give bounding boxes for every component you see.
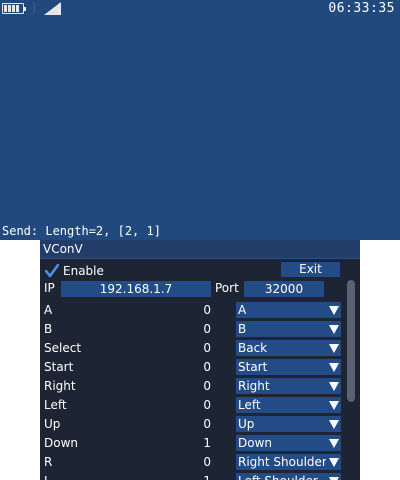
target-select[interactable]: Left (236, 397, 326, 413)
dropdown-arrow-icon[interactable] (326, 321, 341, 337)
button-state: 1 (203, 436, 211, 450)
mapping-row: Right 0 Right (40, 377, 360, 396)
dropdown-arrow-icon[interactable] (326, 359, 341, 375)
button-state: 0 (203, 360, 211, 374)
dropdown-arrow-icon[interactable] (326, 302, 341, 318)
button-name: Left (44, 398, 67, 412)
enable-checkbox[interactable] (45, 264, 59, 278)
button-name: L (44, 473, 51, 480)
button-state: 0 (203, 417, 211, 431)
port-field[interactable]: 32000 (244, 281, 324, 297)
target-select[interactable]: Up (236, 416, 326, 432)
button-state: 0 (203, 398, 211, 412)
window-body: Enable Exit IP 192.168.1.7 Port 32000 A 0… (40, 259, 360, 480)
mapping-row: Up 0 Up (40, 415, 360, 434)
target-select[interactable]: A (236, 302, 326, 318)
dropdown-arrow-icon[interactable] (326, 473, 341, 480)
button-name: Select (44, 341, 82, 355)
dropdown-arrow-icon[interactable] (326, 340, 341, 356)
exit-button[interactable]: Exit (281, 262, 340, 277)
button-name: Up (44, 417, 61, 431)
mapping-row: Start 0 Start (40, 358, 360, 377)
mapping-row: L 1 Left Shoulder (40, 472, 360, 480)
mapping-row: A 0 A (40, 301, 360, 320)
mapping-row: Select 0 Back (40, 339, 360, 358)
dropdown-arrow-icon[interactable] (326, 435, 341, 451)
dropdown-arrow-icon[interactable] (326, 416, 341, 432)
button-state: 0 (203, 379, 211, 393)
port-label: Port (215, 281, 239, 295)
mapping-row: B 0 B (40, 320, 360, 339)
window-title: VConV (40, 240, 360, 259)
bluetooth-icon: ᛒ (31, 1, 39, 15)
top-screen: ᛒ 06:33:35 Send: Length=2, [2, 1] (0, 0, 400, 240)
dropdown-arrow-icon[interactable] (326, 378, 341, 394)
target-select[interactable]: Down (236, 435, 326, 451)
enable-label: Enable (63, 264, 104, 278)
button-state: 0 (203, 303, 211, 317)
target-select[interactable]: B (236, 321, 326, 337)
button-name: A (44, 303, 53, 317)
dropdown-arrow-icon[interactable] (326, 397, 341, 413)
send-log: Send: Length=2, [2, 1] (2, 224, 161, 238)
button-name: B (44, 322, 53, 336)
mapping-row: R 0 Right Shoulder (40, 453, 360, 472)
clock: 06:33:35 (328, 1, 395, 16)
button-name: Right (44, 379, 76, 393)
ip-field[interactable]: 192.168.1.7 (61, 281, 211, 297)
button-name: Down (44, 436, 79, 450)
target-select[interactable]: Right (236, 378, 326, 394)
scrollbar-thumb[interactable] (347, 280, 355, 402)
button-name: R (44, 455, 53, 469)
target-select[interactable]: Back (236, 340, 326, 356)
dropdown-arrow-icon[interactable] (326, 454, 341, 470)
target-select[interactable]: Right Shoulder (236, 454, 326, 470)
battery-icon (2, 3, 26, 14)
target-select[interactable]: Start (236, 359, 326, 375)
target-select[interactable]: Left Shoulder (236, 473, 326, 480)
button-name: Start (44, 360, 74, 374)
signal-icon (44, 2, 61, 15)
button-state: 0 (203, 322, 211, 336)
ip-label: IP (44, 281, 55, 295)
mapping-row: Down 1 Down (40, 434, 360, 453)
vconv-window: VConV Enable Exit IP 192.168.1.7 Port 32… (40, 240, 360, 480)
button-state: 0 (203, 341, 211, 355)
button-state: 0 (203, 455, 211, 469)
mapping-row: Left 0 Left (40, 396, 360, 415)
button-state: 1 (180, 473, 211, 480)
